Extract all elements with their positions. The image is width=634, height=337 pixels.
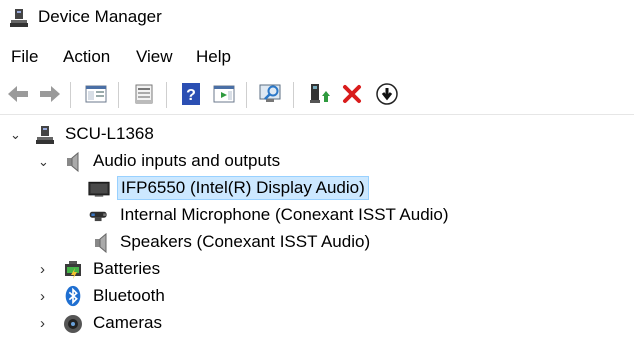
forward-arrow-icon [40,86,60,102]
bluetooth-icon [65,285,81,307]
svg-text:?: ? [186,87,196,104]
toolbar-separator [293,82,294,108]
device-manager-icon [10,9,28,27]
uninstall-device-button[interactable] [338,80,366,108]
show-action-pane-icon [213,85,235,103]
menu-view[interactable]: View [136,47,173,67]
speaker-icon [67,151,79,173]
back-arrow-icon [8,86,28,102]
tree-device-ifp6550[interactable]: IFP6550 (Intel(R) Display Audio) [0,176,634,202]
toolbar: ? [0,74,634,115]
uninstall-device-icon [343,85,361,103]
tree-category-cameras[interactable]: › Cameras [0,311,634,337]
properties-button[interactable] [130,80,158,108]
menu-file[interactable]: File [11,47,38,67]
disable-device-icon [376,83,398,105]
battery-icon [65,261,81,279]
forward-button[interactable] [36,80,64,108]
toolbar-separator [118,82,119,108]
tree-category-audio[interactable]: ⌄ Audio inputs and outputs [0,149,634,175]
update-driver-button[interactable] [305,80,333,108]
help-button[interactable]: ? [177,80,205,108]
toolbar-separator [70,82,71,108]
toolbar-separator [246,82,247,108]
tree-device-microphone[interactable]: Internal Microphone (Conexant ISST Audio… [0,203,634,229]
update-driver-icon [310,84,330,103]
title-bar: Device Manager [0,0,634,38]
device-label-selected: IFP6550 (Intel(R) Display Audio) [117,176,369,200]
tree-category-batteries[interactable]: › Batteries [0,257,634,283]
scan-hardware-changes-button[interactable] [257,80,285,108]
camera-icon [64,315,82,333]
window-title: Device Manager [38,7,162,26]
toolbar-separator [166,82,167,108]
scan-hardware-changes-icon [259,84,281,102]
device-tree: ⌄ SCU-L1368 ⌄ Audio inputs and outputs I… [0,120,634,333]
menu-action[interactable]: Action [63,47,110,67]
computer-icon [36,126,54,144]
back-button[interactable] [4,80,32,108]
chevron-down-icon[interactable]: ⌄ [38,154,49,170]
show-hide-console-tree-icon [85,85,107,103]
show-hide-console-tree-button[interactable] [82,80,110,108]
help-icon: ? [182,83,200,105]
category-label: Audio inputs and outputs [93,151,281,170]
tree-root-label: SCU-L1368 [65,124,154,143]
menu-bar: File Action View Help [0,42,634,72]
tree-category-bluetooth[interactable]: › Bluetooth [0,284,634,310]
menu-help[interactable]: Help [196,47,231,67]
tree-device-speakers[interactable]: Speakers (Conexant ISST Audio) [0,230,634,256]
chevron-right-icon[interactable]: › [40,315,45,332]
chevron-down-icon[interactable]: ⌄ [10,127,21,143]
category-label: Batteries [93,259,161,278]
device-label: Speakers (Conexant ISST Audio) [120,232,371,251]
show-action-pane-button[interactable] [210,80,238,108]
disable-device-button[interactable] [373,80,401,108]
microphone-icon [89,211,107,222]
chevron-right-icon[interactable]: › [40,261,45,278]
category-label: Cameras [93,313,162,332]
monitor-icon [88,181,110,197]
chevron-right-icon[interactable]: › [40,288,45,305]
speaker-icon [95,232,107,254]
properties-icon [135,84,153,104]
tree-root[interactable]: ⌄ SCU-L1368 [0,122,634,148]
category-label: Bluetooth [93,286,165,305]
device-label: Internal Microphone (Conexant ISST Audio… [120,205,449,224]
